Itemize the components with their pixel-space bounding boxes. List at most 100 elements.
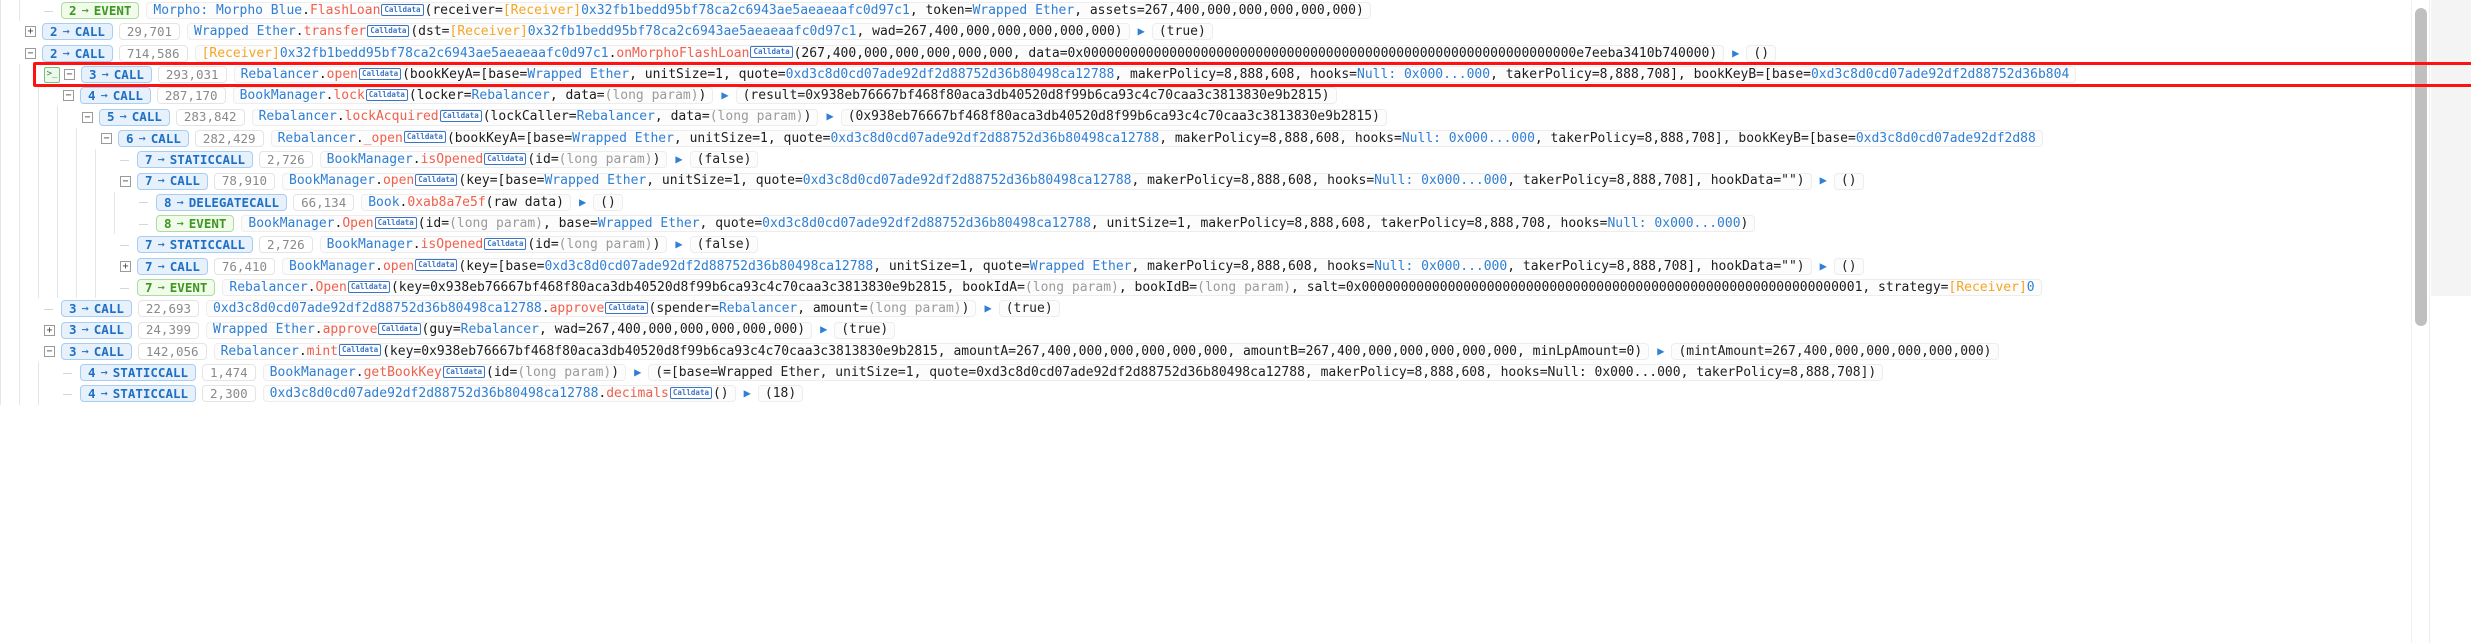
calldata-badge[interactable]: Calldata — [750, 46, 793, 59]
call-signature[interactable]: Rebalancer. mint Calldata (key=0x938eb76667… — [213, 342, 1650, 360]
calldata-badge[interactable]: Calldata — [484, 237, 527, 250]
sig-token: (key=[base= — [458, 258, 545, 274]
sig-token: (bookKeyA=[base= — [446, 130, 573, 146]
call-signature[interactable]: 0xd3c8d0cd07ade92df2d88752d36b80498ca127… — [206, 300, 977, 318]
indent-rail — [19, 234, 38, 256]
sig-token: , takerPolicy=8,888,708], bookKeyB=[base… — [1490, 66, 1811, 82]
vertical-scrollbar[interactable] — [2411, 0, 2430, 643]
trace-row[interactable]: − 2 → CALL 714,586 [Receiver] 0x32fb1bedd95bf… — [0, 42, 2430, 64]
trace-row[interactable]: 8 → DELEGATECALL 66,134 Book. 0xab8a7e5f (raw … — [0, 191, 2430, 213]
trace-row[interactable]: +3 → CALL 24,399 Wrapped Ether. approve Callda… — [0, 319, 2430, 341]
calldata-badge[interactable]: Calldata — [669, 386, 712, 399]
collapse-node-icon[interactable]: − — [64, 69, 75, 81]
calldata-badge[interactable]: Calldata — [338, 344, 382, 357]
trace-kind-label: STATICCALL — [112, 386, 189, 402]
collapse-node-icon[interactable]: − — [44, 345, 55, 357]
call-signature[interactable]: 0xd3c8d0cd07ade92df2d88752d36b80498ca127… — [262, 385, 736, 403]
trace-row[interactable]: − 3 → CALL 142,056 Rebalancer. mint Calldata (ke… — [0, 340, 2430, 363]
trace-kind-label: EVENT — [188, 215, 227, 231]
calldata-badge[interactable]: Calldata — [484, 152, 527, 165]
return-arrow-icon: ▶ — [578, 194, 587, 209]
call-signature[interactable]: BookManager. open Calldata (key=[base= Wrapp… — [282, 172, 1812, 190]
trace-kind-chip: 2 → CALL — [42, 23, 113, 41]
trace-depth: 4 — [88, 365, 96, 381]
trace-row[interactable]: 7 → EVENT Rebalancer. Open Calldata (key=0x938… — [0, 276, 2430, 299]
trace-row[interactable]: − 6 → CALL 282,429 Rebalancer. _open Calldata (b… — [0, 127, 2430, 150]
trace-row-content: 8 → EVENT BookManager. Open Calldata (id= (long… — [139, 215, 1756, 233]
trace-row[interactable]: −4 → CALL 287,170 BookManager. lock Calldata (l… — [0, 85, 2430, 107]
trace-kind-chip: 4 → STATICCALL — [80, 385, 197, 403]
indent-rail — [76, 149, 95, 171]
sig-token: 0xd3c8d0cd07ade92df2d88752d36b80498ca127… — [762, 215, 1091, 231]
call-signature[interactable]: BookManager. open Calldata (key=[base= 0xd3c… — [282, 257, 1812, 275]
calldata-badge[interactable]: Calldata — [605, 301, 648, 314]
sig-token: , salt=0x0000000000000000000000000000000… — [1291, 279, 1949, 295]
trace-kind-label: STATICCALL — [169, 152, 246, 168]
calldata-badge[interactable]: Calldata — [415, 259, 458, 272]
call-signature[interactable]: Rebalancer. open Calldata (bookKeyA=[base= W… — [233, 66, 2077, 84]
call-signature[interactable]: BookManager. Open Calldata (id= (long param)… — [241, 215, 1756, 233]
trace-row[interactable]: 3 → CALL 22,693 0xd3c8d0cd07ade92df2d88752d3… — [0, 298, 2430, 320]
trace-row[interactable]: >_ − 3 → CALL 293,031 Rebalancer. open Calldata(… — [0, 63, 2430, 86]
collapse-node-icon[interactable]: − — [82, 111, 93, 123]
trace-row-content: 4 → STATICCALL 1,474 BookManager. getBookKey C… — [63, 362, 1884, 383]
calldata-badge[interactable]: Calldata — [347, 280, 390, 293]
collapse-node-icon[interactable]: − — [101, 132, 112, 144]
trace-row[interactable]: +2 → CALL 29,701 Wrapped Ether. transfer Calld… — [0, 21, 2430, 43]
call-signature[interactable]: Wrapped Ether. approve Calldata (guy= Rebala… — [206, 321, 813, 339]
trace-viewport[interactable]: 2 → EVENT Morpho: Morpho Blue. FlashLoan Call… — [0, 0, 2430, 643]
calldata-badge[interactable]: Calldata — [381, 3, 424, 16]
call-signature[interactable]: BookManager. lock Calldata (locker= Rebalanc… — [232, 87, 714, 105]
call-signature[interactable]: BookManager. getBookKey Calldata (id= (long … — [262, 364, 627, 382]
trace-row[interactable]: 8 → EVENT BookManager. Open Calldata (id= (long… — [0, 212, 2430, 235]
expand-node-icon[interactable]: + — [120, 260, 131, 272]
trace-row-content: +7 → CALL 76,410 BookManager. open Calldata (ke… — [120, 256, 1864, 277]
sig-token: BookManager — [289, 173, 376, 189]
trace-row[interactable]: +7 → CALL 76,410 BookManager. open Calldata (ke… — [0, 255, 2430, 277]
calldata-badge[interactable]: Calldata — [374, 216, 417, 229]
trace-kind-label: EVENT — [93, 3, 132, 18]
indent-rail — [19, 319, 38, 341]
indent-rail — [57, 255, 76, 277]
calldata-badge[interactable]: Calldata — [415, 174, 458, 187]
sig-token: lockAcquired — [344, 109, 439, 125]
trace-row[interactable]: 7 → STATICCALL 2,726 BookManager. isOpened Cal… — [0, 149, 2430, 171]
scrollbar-thumb[interactable] — [2415, 8, 2427, 326]
collapse-node-icon[interactable]: − — [120, 175, 131, 187]
trace-row[interactable]: − 5 → CALL 283,842 Rebalancer. lockAcquired Cal… — [0, 106, 2430, 128]
call-signature[interactable]: Rebalancer. Open Calldata (key=0x938eb76667… — [222, 279, 2042, 296]
trace-kind-chip: 7 → STATICCALL — [137, 151, 254, 169]
expand-node-icon[interactable]: + — [25, 26, 36, 38]
trace-row[interactable]: 7 → STATICCALL 2,726 BookManager. isOpened Cal… — [0, 234, 2430, 256]
gas-used: 1,474 — [202, 364, 256, 382]
call-signature[interactable]: Morpho: Morpho Blue. FlashLoan Calldata (re… — [146, 2, 1371, 20]
calldata-badge[interactable]: Calldata — [358, 67, 402, 80]
indent-rails — [0, 149, 114, 171]
call-signature[interactable]: Wrapped Ether. transfer Calldata (dst= [Rece… — [187, 23, 1130, 41]
calldata-badge[interactable]: Calldata — [403, 131, 446, 144]
collapse-node-icon[interactable]: − — [25, 47, 36, 59]
call-signature[interactable]: BookManager. isOpened Calldata (id= (long pa… — [319, 151, 668, 169]
trace-row[interactable]: 4 → STATICCALL 1,474 BookManager. getBookKey C… — [0, 362, 2430, 384]
calldata-badge[interactable]: Calldata — [378, 323, 421, 336]
call-signature[interactable]: BookManager. isOpened Calldata (id= (long pa… — [319, 236, 668, 254]
expand-node-icon[interactable]: + — [44, 324, 55, 336]
trace-row[interactable]: 4 → STATICCALL 2,300 0xd3c8d0cd07ade92df2d88… — [0, 383, 2430, 405]
indent-rails — [0, 298, 38, 320]
sig-token: , wad=267,400,000,000,000,000,000) — [856, 24, 1123, 40]
calldata-badge[interactable]: Calldata — [367, 24, 410, 37]
calldata-badge[interactable]: Calldata — [439, 110, 482, 123]
run-terminal-icon[interactable]: >_ — [44, 66, 60, 83]
trace-kind-chip: 4 → CALL — [80, 87, 151, 105]
sig-token: isOpened — [420, 152, 484, 168]
trace-row[interactable]: − 7 → CALL 78,910 BookManager. open Calldata (ke… — [0, 170, 2430, 192]
trace-row[interactable]: 2 → EVENT Morpho: Morpho Blue. FlashLoan Call… — [0, 0, 2430, 22]
call-signature[interactable]: [Receiver] 0x32fb1bedd95bf78ca2c6943ae5a… — [194, 44, 1725, 62]
call-signature[interactable]: Book. 0xab8a7e5f (raw data) — [361, 193, 571, 211]
call-signature[interactable]: Rebalancer. _open Calldata (bookKeyA=[base=… — [270, 129, 2043, 147]
collapse-node-icon[interactable]: − — [63, 90, 74, 102]
call-signature[interactable]: Rebalancer. lockAcquired Calldata (lockCall… — [251, 108, 819, 126]
calldata-badge[interactable]: Calldata — [365, 88, 408, 101]
indent-rail — [95, 170, 114, 192]
calldata-badge[interactable]: Calldata — [442, 365, 485, 378]
